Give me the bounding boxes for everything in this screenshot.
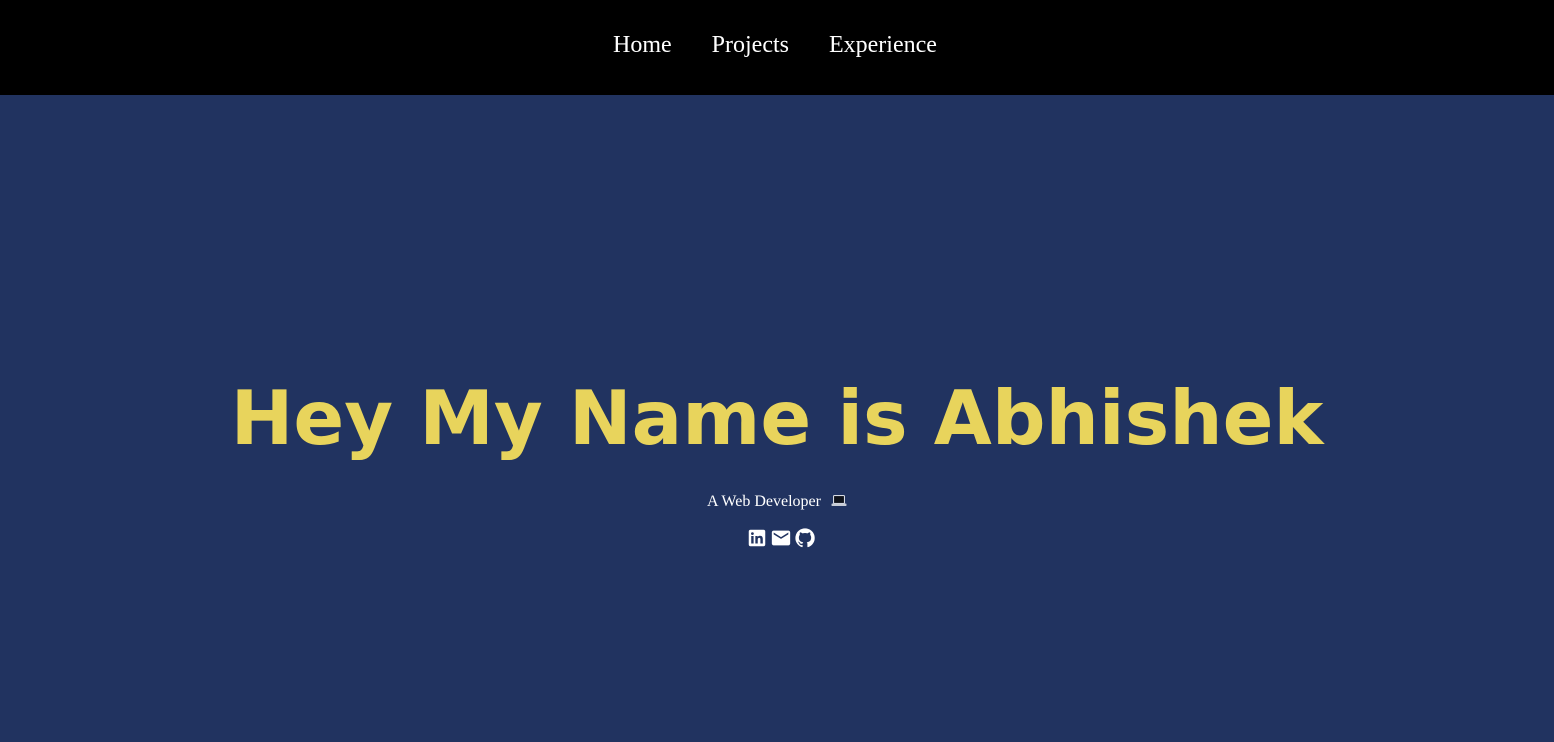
nav-link-projects[interactable]: Projects — [712, 29, 789, 61]
hero-title: Hey My Name is Abhishek — [230, 374, 1324, 462]
nav-link-home[interactable]: Home — [613, 29, 672, 61]
linkedin-icon[interactable] — [746, 527, 768, 549]
hero-section: Hey My Name is Abhishek A Web Developer — [0, 95, 1554, 742]
email-icon[interactable] — [770, 527, 792, 549]
navbar: Home Projects Experience — [0, 0, 1554, 95]
nav-links: Home Projects Experience — [613, 29, 937, 61]
social-links — [746, 527, 816, 549]
github-icon[interactable] — [794, 527, 816, 549]
laptop-icon — [831, 493, 847, 506]
hero-subtitle-row: A Web Developer — [0, 492, 1554, 512]
hero-subtitle: A Web Developer — [707, 493, 821, 510]
nav-link-experience[interactable]: Experience — [829, 29, 937, 61]
